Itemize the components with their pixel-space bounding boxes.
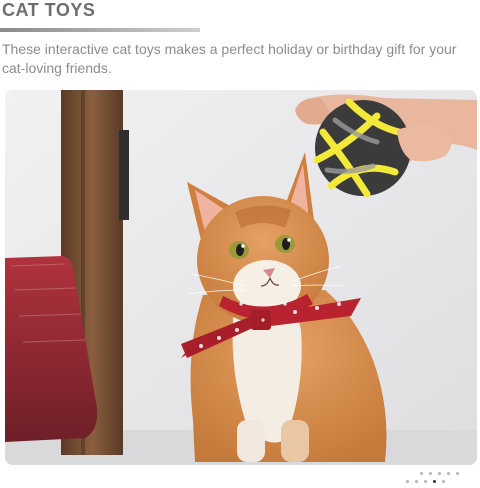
carousel-dot[interactable]: [424, 480, 427, 483]
title-underline: [0, 28, 200, 32]
carousel-dot[interactable]: [420, 472, 423, 475]
carousel-dot[interactable]: [456, 472, 459, 475]
carousel-dot[interactable]: [438, 472, 441, 475]
product-description: These interactive cat toys makes a perfe…: [2, 41, 457, 76]
cat-photo-illustration: [5, 90, 477, 465]
carousel-dot[interactable]: [447, 472, 450, 475]
carousel-dot[interactable]: [429, 472, 432, 475]
post-strap: [119, 130, 129, 220]
page-title: CAT TOYS: [2, 0, 96, 20]
product-photo: [5, 90, 477, 465]
carousel-dot[interactable]: [406, 480, 409, 483]
carousel-dot[interactable]: [433, 480, 436, 483]
bandana-knot: [251, 310, 271, 330]
carousel-dot[interactable]: [442, 480, 445, 483]
image-carousel-pagination[interactable]: [406, 472, 466, 486]
carousel-dot[interactable]: [415, 480, 418, 483]
